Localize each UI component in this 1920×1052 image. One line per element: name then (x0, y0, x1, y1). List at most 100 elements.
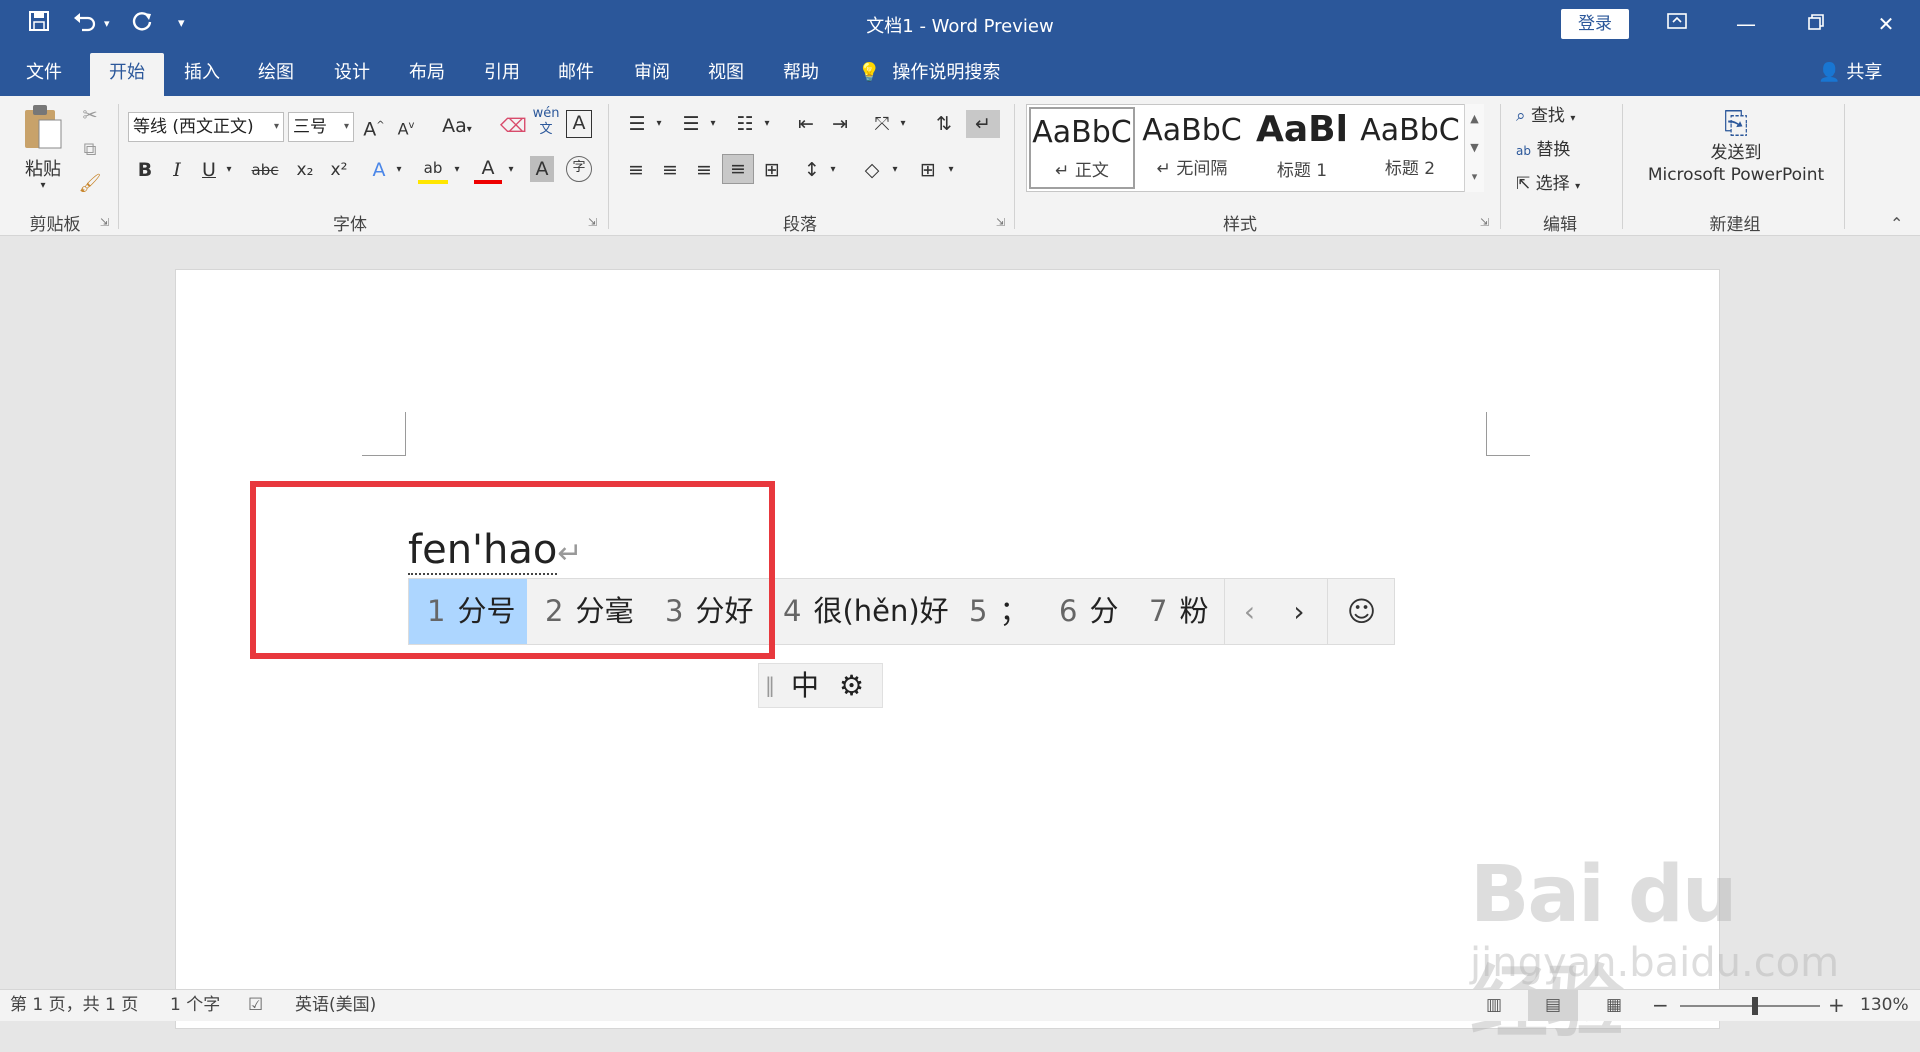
highlight-button[interactable]: ab (418, 156, 448, 184)
bullets-icon[interactable]: ☰ (622, 110, 652, 138)
font-color-dropdown-icon[interactable]: ▾ (504, 156, 518, 184)
paragraph-launcher-icon[interactable]: ⇲ (996, 216, 1005, 229)
tab-design[interactable]: 设计 (320, 49, 384, 96)
tab-references[interactable]: 引用 (470, 49, 534, 96)
subscript-button[interactable]: x₂ (292, 156, 318, 184)
web-layout-icon[interactable]: ▦ (1606, 990, 1622, 1021)
print-layout-icon[interactable]: ▤ (1528, 990, 1578, 1021)
character-shading-button[interactable]: A (530, 156, 554, 182)
font-launcher-icon[interactable]: ⇲ (588, 216, 597, 229)
justify-icon[interactable]: ≡ (722, 154, 754, 184)
numbering-dropdown-icon[interactable]: ▾ (706, 110, 720, 138)
grow-font-button[interactable]: A^ (362, 112, 386, 143)
tab-mailings[interactable]: 邮件 (544, 49, 608, 96)
multilevel-dropdown-icon[interactable]: ▾ (760, 110, 774, 138)
borders-dropdown-icon[interactable]: ▾ (944, 156, 958, 184)
tab-home[interactable]: 开始 (90, 53, 164, 96)
read-mode-icon[interactable]: ▥ (1486, 990, 1502, 1021)
collapse-ribbon-icon[interactable]: ⌃ (1890, 214, 1903, 233)
candidate-7[interactable]: 7粉 (1149, 579, 1208, 644)
underline-dropdown-icon[interactable]: ▾ (222, 156, 236, 184)
shrink-font-button[interactable]: Av (394, 112, 418, 143)
chinese-layout-dropdown-icon[interactable]: ▾ (896, 110, 910, 138)
proofing-icon[interactable]: ☑ (248, 990, 263, 1021)
style-heading-2[interactable]: AaBbC 标题 2 (1357, 107, 1463, 189)
tab-view[interactable]: 视图 (694, 49, 758, 96)
highlight-dropdown-icon[interactable]: ▾ (450, 156, 464, 184)
ribbon-display-options-icon[interactable] (1657, 8, 1697, 40)
multilevel-list-icon[interactable]: ☷ (730, 110, 760, 138)
ime-settings-icon[interactable]: ⚙ (839, 664, 864, 707)
clipboard-launcher-icon[interactable]: ⇲ (100, 216, 109, 229)
zoom-out-button[interactable]: − (1652, 990, 1669, 1021)
format-painter-icon[interactable]: 🖌 (76, 170, 104, 198)
decrease-indent-icon[interactable]: ⇤ (792, 110, 820, 138)
zoom-level[interactable]: 130% (1860, 990, 1909, 1021)
word-count[interactable]: 1 个字 (170, 990, 220, 1021)
candidate-5[interactable]: 5； (969, 579, 1028, 644)
font-color-button[interactable]: A (474, 156, 502, 184)
ime-grip-icon[interactable]: ‖ (765, 664, 775, 707)
chinese-layout-icon[interactable]: ⤧ (868, 110, 896, 138)
sort-icon[interactable]: ⇅ (930, 110, 958, 138)
font-size-combo[interactable]: 三号 ▾ (288, 112, 354, 142)
line-spacing-icon[interactable]: ↕ (798, 156, 826, 184)
tab-file[interactable]: 文件 (12, 49, 76, 96)
font-name-combo[interactable]: 等线 (西文正文) ▾ (128, 112, 284, 142)
restore-icon[interactable] (1796, 8, 1836, 40)
emoji-icon[interactable]: ☺ (1327, 579, 1395, 644)
close-icon[interactable]: ✕ (1866, 8, 1906, 40)
cut-icon[interactable]: ✂ (76, 102, 104, 130)
change-case-button[interactable]: Aa▾ (434, 112, 480, 144)
send-to-powerpoint-button[interactable]: ⎘ 发送到 Microsoft PowerPoint (1636, 106, 1836, 186)
prev-page-icon[interactable]: ‹ (1224, 579, 1274, 644)
style-heading-1[interactable]: AaBl 标题 1 (1249, 107, 1355, 189)
tab-insert[interactable]: 插入 (170, 49, 234, 96)
candidate-4[interactable]: 4 很(hěn)好 (783, 579, 949, 644)
bold-button[interactable]: B (134, 156, 156, 184)
style-normal[interactable]: AaBbC ↵ 正文 (1029, 107, 1135, 189)
share-button[interactable]: 👤 共享 (1818, 49, 1882, 96)
zoom-slider-track[interactable] (1680, 1005, 1820, 1007)
underline-button[interactable]: U (198, 156, 220, 184)
shading-dropdown-icon[interactable]: ▾ (888, 156, 902, 184)
increase-indent-icon[interactable]: ⇥ (826, 110, 854, 138)
borders-icon[interactable]: ⊞ (914, 156, 942, 184)
italic-button[interactable]: I (166, 156, 188, 184)
page-count[interactable]: 第 1 页，共 1 页 (10, 990, 138, 1021)
clear-formatting-icon[interactable]: ⌫ (500, 112, 527, 140)
candidate-6[interactable]: 6分 (1059, 579, 1118, 644)
show-formatting-marks-icon[interactable]: ↵ (966, 110, 1000, 138)
paste-button[interactable]: 粘贴 ▾ (18, 102, 68, 192)
paste-dropdown-icon[interactable]: ▾ (18, 180, 68, 192)
styles-launcher-icon[interactable]: ⇲ (1480, 216, 1489, 229)
strikethrough-button[interactable]: abc (248, 156, 282, 184)
enclose-characters-button[interactable]: 字 (566, 156, 592, 182)
login-button[interactable]: 登录 (1561, 9, 1629, 39)
zoom-in-button[interactable]: + (1828, 990, 1845, 1021)
find-button[interactable]: ⌕ 查找 ▾ (1516, 102, 1616, 133)
tell-me-search[interactable]: 💡 操作说明搜索 (858, 49, 1000, 96)
distributed-icon[interactable]: ⊞ (758, 156, 786, 184)
styles-scroll-down-icon[interactable]: ▼ (1465, 133, 1484, 162)
styles-more-icon[interactable]: ▾ (1465, 162, 1484, 191)
bullets-dropdown-icon[interactable]: ▾ (652, 110, 666, 138)
tab-layout[interactable]: 布局 (395, 49, 459, 96)
styles-scroll-up-icon[interactable]: ▲ (1465, 104, 1484, 133)
language-indicator[interactable]: 英语(美国) (295, 990, 376, 1021)
align-right-icon[interactable]: ≡ (690, 156, 718, 184)
select-button[interactable]: ⇱ 选择 ▾ (1516, 170, 1616, 201)
zoom-slider-thumb[interactable] (1752, 997, 1758, 1015)
align-left-icon[interactable]: ≡ (622, 156, 650, 184)
phonetic-guide-icon[interactable]: wén 文 (532, 106, 560, 138)
next-page-icon[interactable]: › (1274, 579, 1324, 644)
copy-icon[interactable]: ⧉ (76, 136, 104, 164)
tab-draw[interactable]: 绘图 (244, 49, 308, 96)
align-center-icon[interactable]: ≡ (656, 156, 684, 184)
replace-button[interactable]: ab 替换 (1516, 136, 1616, 165)
shading-icon[interactable]: ◇ (858, 156, 886, 184)
line-spacing-dropdown-icon[interactable]: ▾ (826, 156, 840, 184)
character-border-button[interactable]: A (566, 110, 592, 138)
superscript-button[interactable]: x² (326, 156, 352, 184)
text-effects-dropdown-icon[interactable]: ▾ (392, 156, 406, 184)
